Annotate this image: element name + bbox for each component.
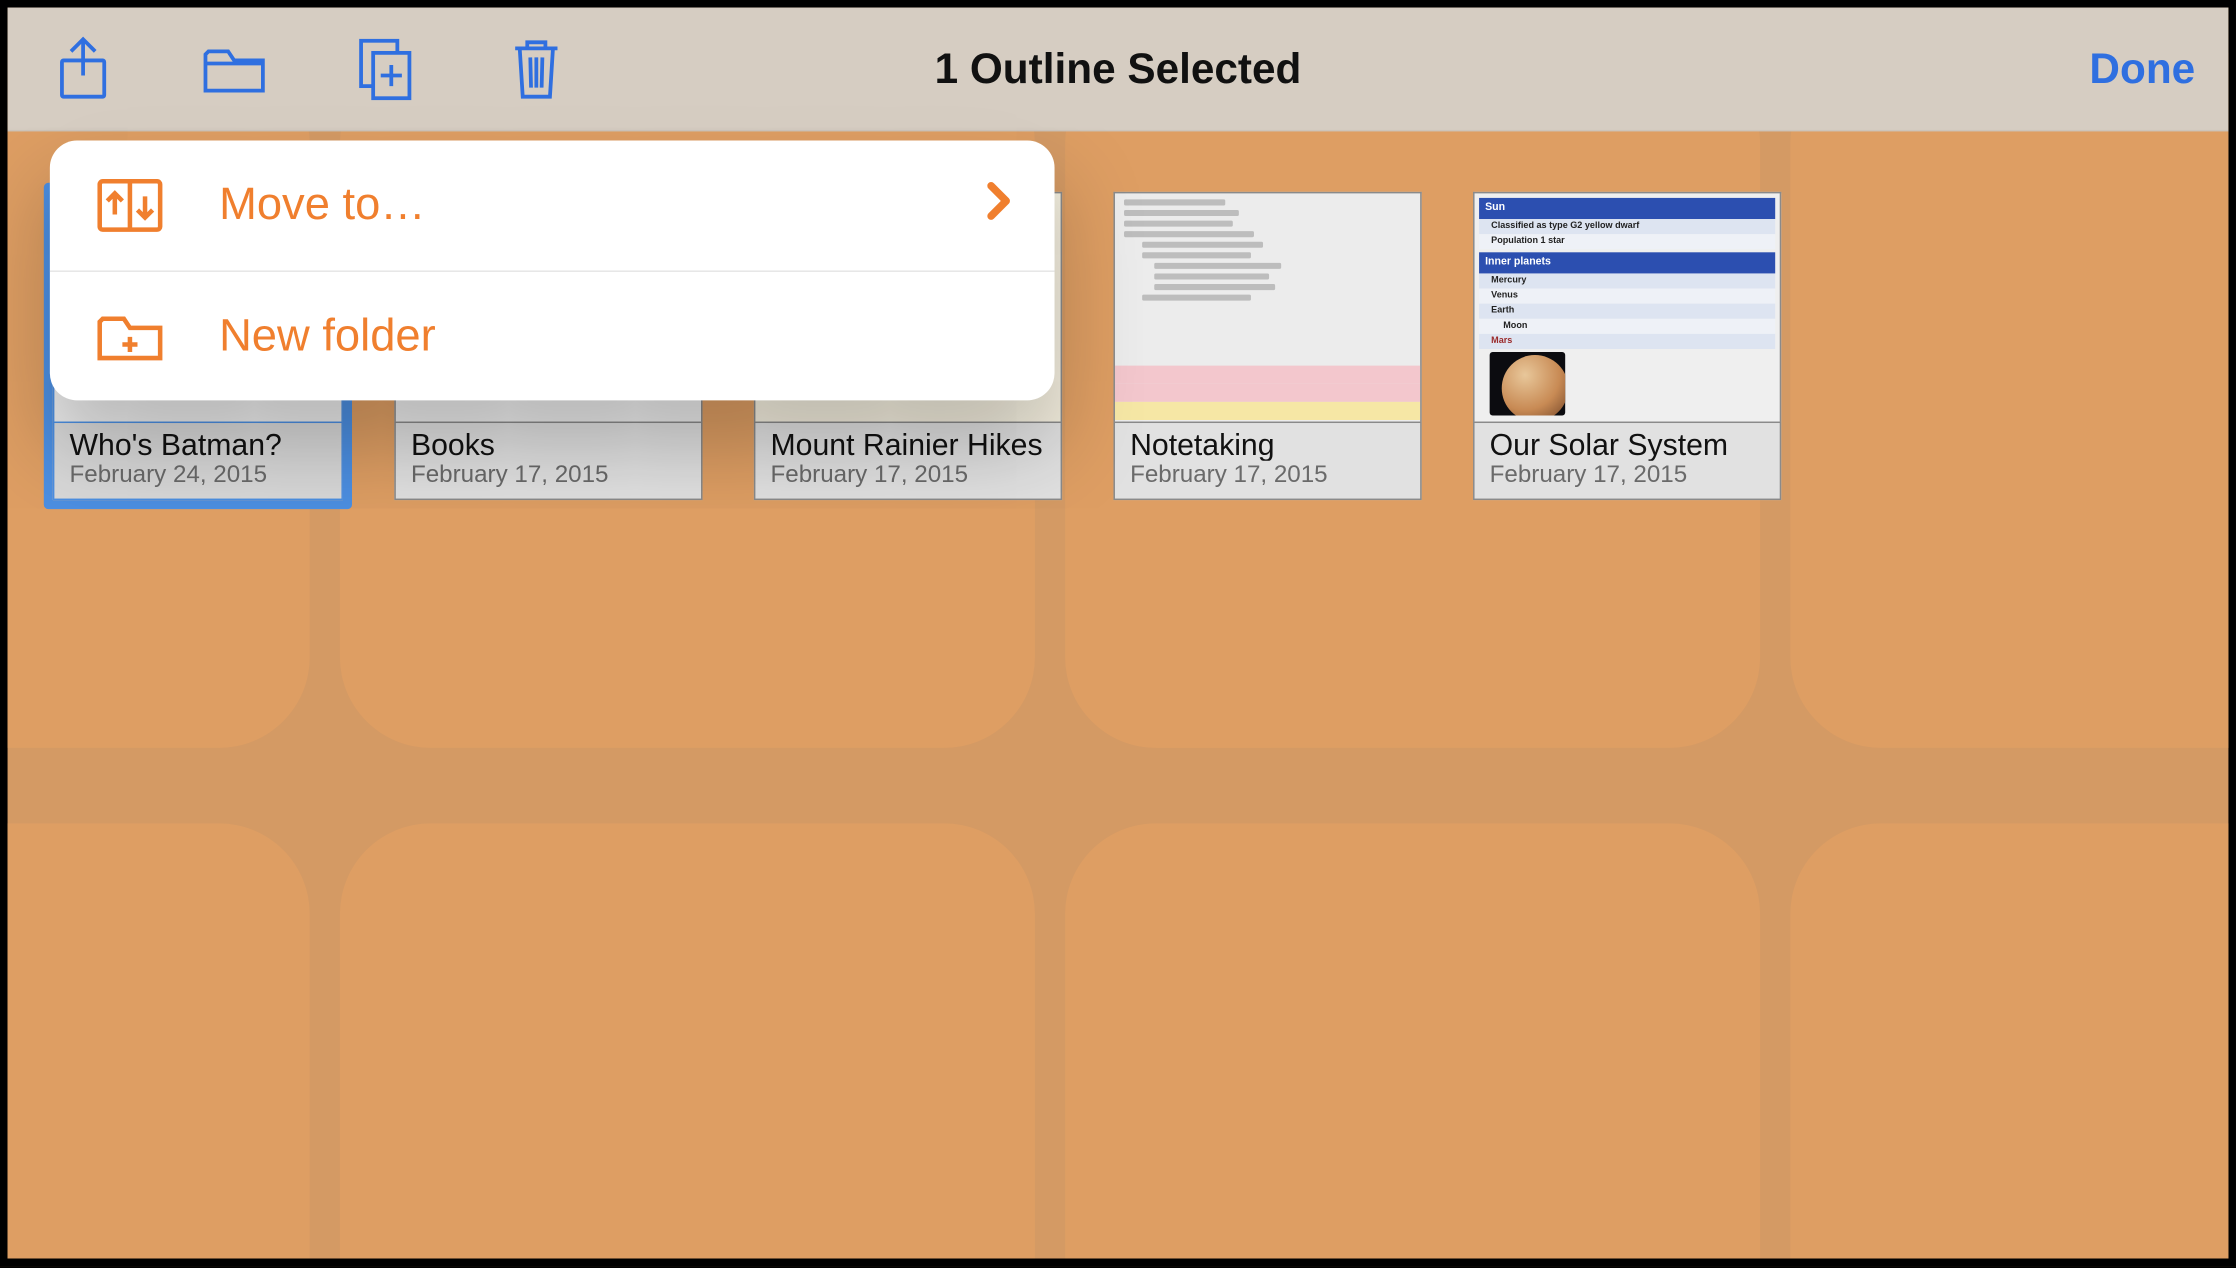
document-date: February 17, 2015	[411, 462, 686, 489]
toolbar: 1 Outline Selected Done	[8, 8, 2229, 132]
document-meta: Books February 17, 2015	[394, 422, 702, 501]
chevron-right-icon	[985, 179, 1012, 232]
new-folder-menu-item[interactable]: New folder	[50, 270, 1055, 400]
document-date: February 17, 2015	[1490, 462, 1765, 489]
document-meta: Who's Batman? February 24, 2015	[53, 422, 343, 501]
thumb-row: Venus	[1479, 289, 1775, 304]
document-date: February 17, 2015	[771, 462, 1046, 489]
folder-popover: Move to… New folder	[50, 141, 1055, 401]
thumb-header: Sun	[1479, 198, 1775, 219]
share-button[interactable]	[41, 26, 126, 111]
thumb-header: Inner planets	[1479, 252, 1775, 273]
document-name: Notetaking	[1130, 429, 1405, 461]
duplicate-icon	[357, 36, 414, 102]
app-window: 1 Outline Selected Done Who's Batman? Fe…	[0, 0, 2236, 1266]
document-thumbnail: Sun Classified as type G2 yellow dwarf P…	[1473, 192, 1781, 422]
thumb-row: Moon	[1479, 319, 1775, 334]
document-name: Who's Batman?	[69, 429, 326, 461]
toolbar-title: 1 Outline Selected	[8, 45, 2229, 93]
delete-button[interactable]	[494, 26, 579, 111]
move-to-menu-item[interactable]: Move to…	[50, 141, 1055, 271]
document-meta: Notetaking February 17, 2015	[1113, 422, 1421, 501]
folder-icon	[201, 42, 267, 96]
duplicate-button[interactable]	[343, 26, 428, 111]
document-date: February 24, 2015	[69, 462, 326, 489]
document-meta: Our Solar System February 17, 2015	[1473, 422, 1781, 501]
document-name: Books	[411, 429, 686, 461]
move-to-icon	[92, 168, 168, 244]
share-icon	[56, 36, 110, 102]
document-name: Mount Rainier Hikes	[771, 429, 1046, 461]
new-folder-icon	[92, 298, 168, 374]
new-folder-label: New folder	[219, 310, 436, 361]
thumb-row: Classified as type G2 yellow dwarf	[1479, 219, 1775, 234]
done-button[interactable]: Done	[2089, 45, 2195, 93]
document-meta: Mount Rainier Hikes February 17, 2015	[754, 422, 1062, 501]
thumb-row: Population 1 star	[1479, 234, 1775, 249]
document-name: Our Solar System	[1490, 429, 1765, 461]
thumb-row: Mars	[1479, 334, 1775, 349]
folder-button[interactable]	[192, 26, 277, 111]
thumb-row: Earth	[1479, 304, 1775, 319]
thumb-row: Mercury	[1479, 273, 1775, 288]
document-item[interactable]: Sun Classified as type G2 yellow dwarf P…	[1473, 192, 1781, 500]
document-date: February 17, 2015	[1130, 462, 1405, 489]
planet-image	[1490, 352, 1566, 415]
document-item[interactable]: Notetaking February 17, 2015	[1113, 192, 1421, 500]
trash-icon	[509, 36, 563, 102]
document-thumbnail	[1113, 192, 1421, 422]
move-to-label: Move to…	[219, 180, 426, 231]
